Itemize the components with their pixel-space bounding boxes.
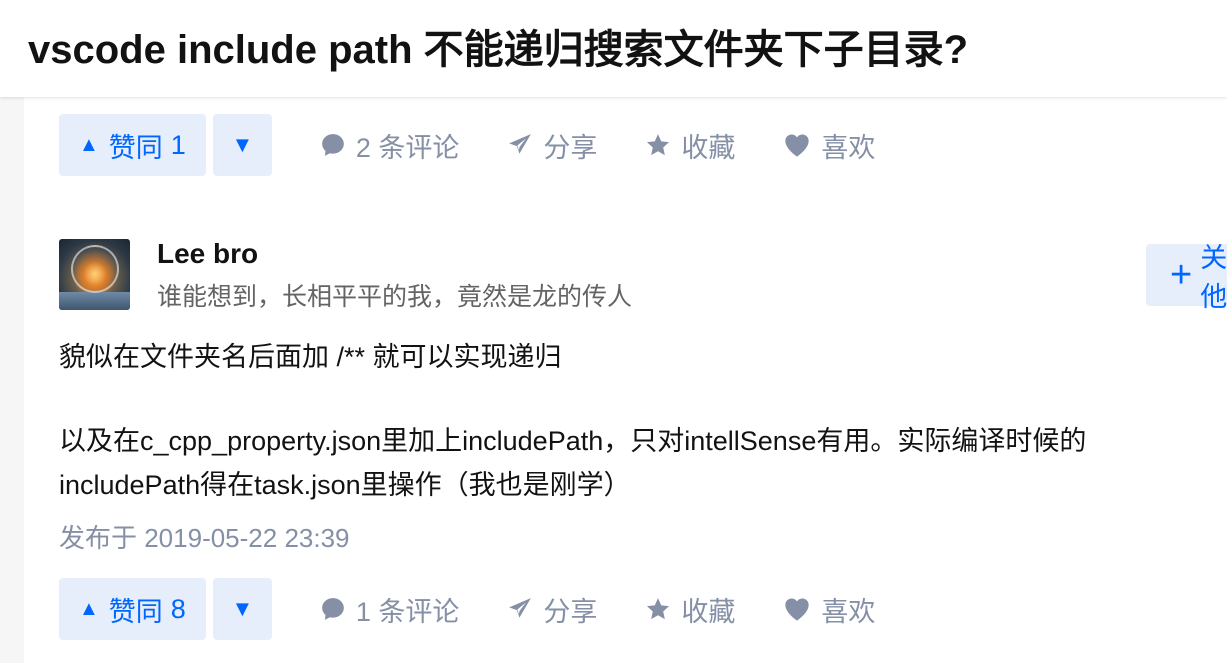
top-action-bar: ▲ 赞同 1 ▼ 2 条评论 分享 收藏 喜欢 [59,114,875,176]
share-button[interactable]: 分享 [507,590,597,629]
author-name[interactable]: Lee bro [157,238,258,270]
share-icon [509,134,532,154]
share-button[interactable]: 分享 [507,126,597,165]
downvote-button[interactable]: ▼ [212,114,272,176]
answer-paragraph: 貌似在文件夹名后面加 /** 就可以实现递归 [59,342,562,372]
share-icon [509,598,532,618]
share-label: 分享 [543,132,598,163]
comments-button[interactable]: 2 条评论 [320,126,460,165]
answer-action-bar: ▲ 赞同 8 ▼ 1 条评论 分享 收藏 喜欢 [59,578,875,640]
upvote-count: 8 [170,593,186,624]
upvote-button[interactable]: ▲ 赞同 8 [59,578,206,640]
upvote-arrow-icon: ▲ [79,598,99,620]
downvote-arrow-icon: ▼ [231,132,254,157]
share-label: 分享 [543,596,598,627]
upvote-label: 赞同 [108,596,163,627]
star-icon [647,598,670,620]
downvote-button[interactable]: ▼ [212,578,272,640]
upvote-label: 赞同 [108,132,163,163]
favorite-label: 收藏 [681,596,736,627]
upvote-button[interactable]: ▲ 赞同 1 [59,114,206,176]
publish-time[interactable]: 发布于 2019-05-22 23:39 [59,518,350,555]
avatar[interactable] [59,239,130,310]
heart-icon [785,134,810,157]
upvote-arrow-icon: ▲ [79,134,99,156]
downvote-arrow-icon: ▼ [231,596,254,621]
upvote-count: 1 [170,129,186,160]
like-label: 喜欢 [821,596,876,627]
like-button[interactable]: 喜欢 [783,590,875,629]
follow-button[interactable]: + 关注他 [1146,243,1227,312]
favorite-button[interactable]: 收藏 [645,126,735,165]
like-label: 喜欢 [821,132,876,163]
question-title[interactable]: vscode include path 不能递归搜索文件夹下子目录? [28,24,968,76]
favorite-button[interactable]: 收藏 [645,590,735,629]
favorite-label: 收藏 [681,132,736,163]
heart-icon [785,598,810,621]
author-bio: 谁能想到，长相平平的我，竟然是龙的传人 [157,283,633,311]
question-header: vscode include path 不能递归搜索文件夹下子目录? [0,0,1227,97]
avatar-bubble [71,245,119,293]
follow-label: 关注他 [1200,243,1227,312]
answer-card: ▲ 赞同 1 ▼ 2 条评论 分享 收藏 喜欢 Lee bro 谁能想到，长相平… [24,97,1227,663]
comments-label: 2 条评论 [355,132,460,163]
answer-content: 貌似在文件夹名后面加 /** 就可以实现递归 以及在c_cpp_property… [59,335,1219,507]
avatar-ground [59,292,130,310]
comment-icon [321,598,344,620]
like-button[interactable]: 喜欢 [783,126,875,165]
answer-paragraph: 以及在c_cpp_property.json里加上includePath，只对i… [59,426,1087,500]
comments-button[interactable]: 1 条评论 [320,590,460,629]
comment-icon [321,134,344,156]
plus-icon: + [1170,254,1193,296]
star-icon [647,134,670,156]
comments-label: 1 条评论 [355,596,460,627]
